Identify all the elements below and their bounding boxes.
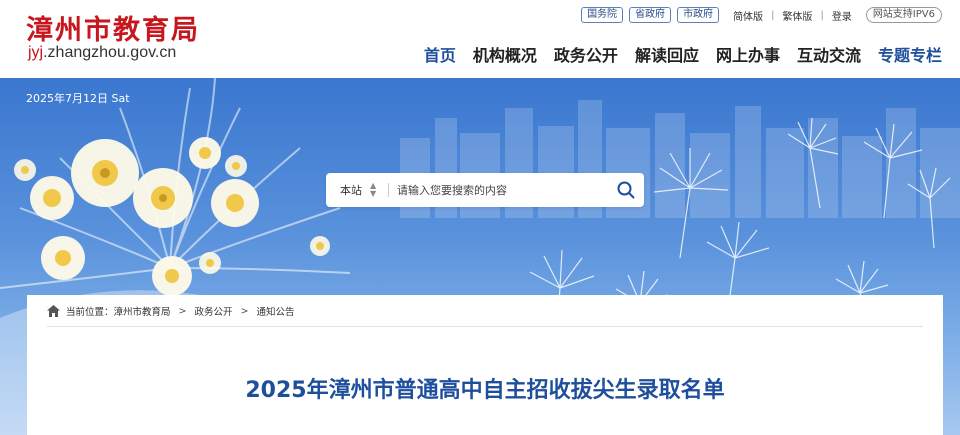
- nav-item-gov-affairs[interactable]: 政务公开: [554, 42, 618, 66]
- nav-item-online-services[interactable]: 网上办事: [716, 42, 780, 66]
- nav-item-organization[interactable]: 机构概况: [473, 42, 537, 66]
- top-links-bar: 国务院 省政府 市政府 简体版 | 繁体版 | 登录 网站支持IPV6: [575, 6, 942, 24]
- breadcrumb-divider: [47, 326, 923, 327]
- breadcrumb-item-gov-affairs[interactable]: 政务公开: [195, 304, 233, 318]
- nav-item-home[interactable]: 首页: [424, 42, 456, 66]
- link-city-gov[interactable]: 市政府: [677, 7, 720, 23]
- search-scope-select[interactable]: 本站 ▲ ▼: [326, 182, 388, 198]
- simplified-chinese-link[interactable]: 简体版: [733, 8, 763, 23]
- nav-item-special-topics[interactable]: 专题专栏: [878, 42, 942, 66]
- traditional-chinese-link[interactable]: 繁体版: [782, 8, 812, 23]
- site-logo-title[interactable]: 漳州市教育局: [26, 8, 200, 47]
- article-title: 2025年漳州市普通高中自主招收拔尖生录取名单: [245, 378, 725, 403]
- up-down-arrow-icon: ▲ ▼: [370, 181, 377, 198]
- site-domain-rest: .zhangzhou.gov.cn: [43, 44, 177, 61]
- search-icon: [617, 181, 635, 199]
- search-scope-label: 本站: [340, 184, 362, 197]
- current-date: 2025年7月12日 Sat: [26, 92, 130, 105]
- breadcrumb-item-bureau[interactable]: 漳州市教育局: [114, 304, 171, 318]
- link-state-council[interactable]: 国务院: [581, 7, 624, 23]
- breadcrumb-separator: >: [240, 305, 249, 317]
- main-nav: 首页 机构概况 政务公开 解读回应 网上办事 互动交流 专题专栏: [407, 42, 942, 66]
- site-header: 漳州市教育局 jyj.zhangzhou.gov.cn 国务院 省政府 市政府 …: [0, 0, 960, 78]
- home-icon: [47, 305, 60, 317]
- login-link[interactable]: 登录: [832, 8, 852, 23]
- site-domain: jyj.zhangzhou.gov.cn: [28, 44, 176, 62]
- search-button[interactable]: [608, 173, 644, 207]
- link-province-gov[interactable]: 省政府: [629, 7, 672, 23]
- article-card: 当前位置： 漳州市教育局 > 政务公开 > 通知公告 2025年漳州市普通高中自…: [27, 295, 943, 435]
- nav-item-interaction[interactable]: 互动交流: [797, 42, 861, 66]
- ipv6-badge: 网站支持IPV6: [865, 7, 942, 23]
- search-bar: 本站 ▲ ▼: [326, 173, 644, 207]
- nav-item-interpretation[interactable]: 解读回应: [635, 42, 699, 66]
- divider: |: [771, 9, 775, 21]
- breadcrumb-separator: >: [178, 305, 187, 317]
- divider: |: [820, 9, 824, 21]
- breadcrumb-item-notices[interactable]: 通知公告: [256, 304, 294, 318]
- flower-cluster: [14, 137, 330, 296]
- breadcrumb: 当前位置： 漳州市教育局 > 政务公开 > 通知公告: [47, 304, 295, 318]
- site-domain-prefix: jyj: [28, 44, 44, 61]
- breadcrumb-label: 当前位置：: [66, 307, 114, 318]
- search-input[interactable]: [389, 183, 608, 197]
